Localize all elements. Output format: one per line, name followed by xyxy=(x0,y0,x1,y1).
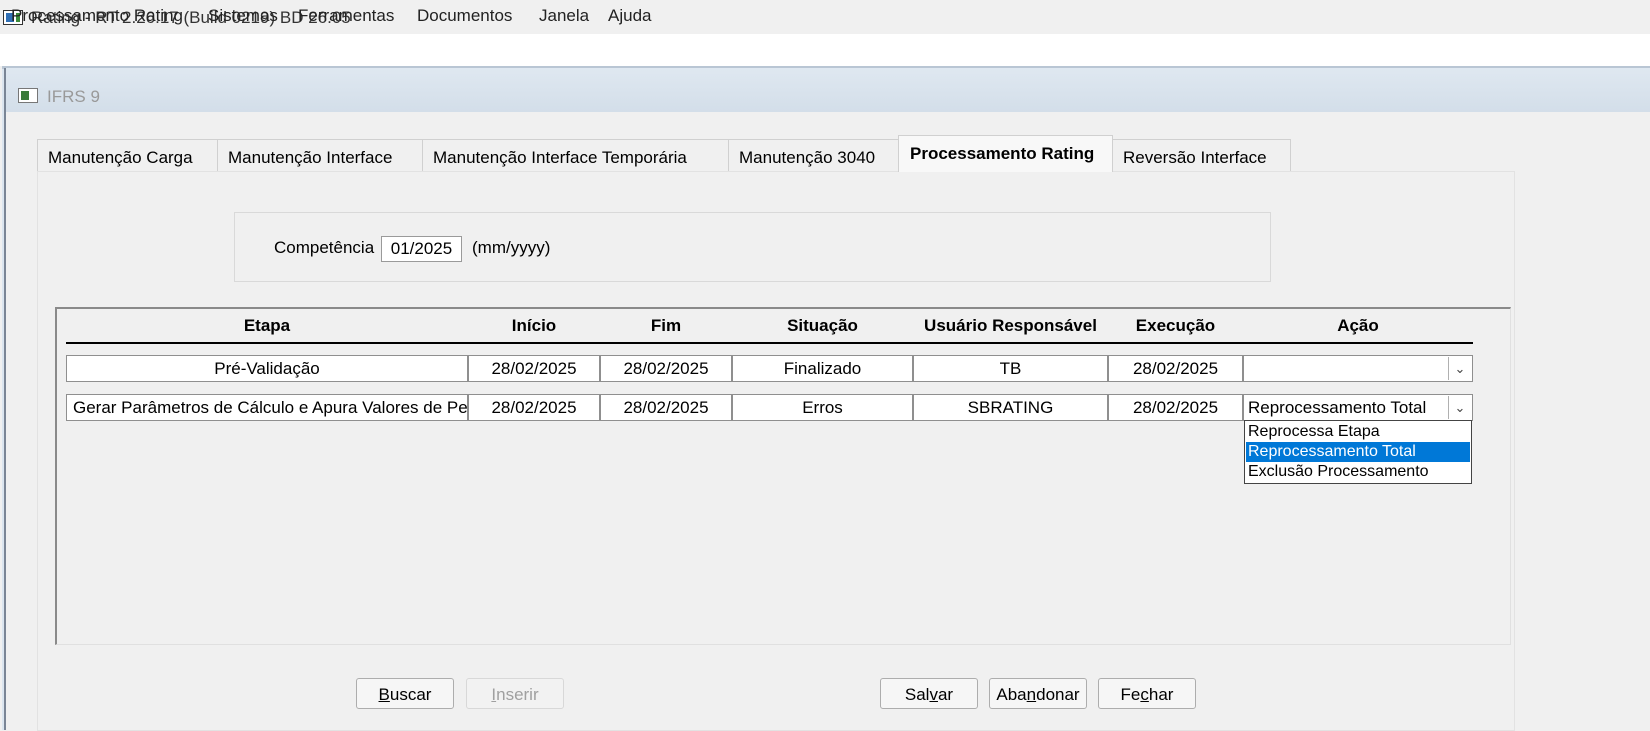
chevron-down-icon[interactable]: ⌄ xyxy=(1448,396,1471,419)
tab-manutencao-3040[interactable]: Manutenção 3040 xyxy=(728,139,899,171)
option-reprocessamento-total[interactable]: Reprocessamento Total xyxy=(1246,442,1470,462)
cell-fim[interactable]: 28/02/2025 xyxy=(600,355,732,382)
competencia-input[interactable]: 01/2025 xyxy=(381,236,462,262)
acao-select[interactable]: Reprocessamento Total ⌄ xyxy=(1243,394,1473,421)
column-header-fim: Fim xyxy=(650,316,682,335)
column-header-execucao: Execução xyxy=(1135,316,1216,335)
fechar-button[interactable]: Fechar xyxy=(1098,678,1196,709)
header-divider xyxy=(66,342,1473,344)
cell-etapa[interactable]: Pré-Validação xyxy=(66,355,468,382)
inserir-button[interactable]: Inserir xyxy=(466,678,564,709)
child-window-icon[interactable] xyxy=(18,88,38,103)
cell-situacao[interactable]: Erros xyxy=(732,394,913,421)
option-exclusao-processamento[interactable]: Exclusão Processamento xyxy=(1246,462,1470,482)
cell-fim[interactable]: 28/02/2025 xyxy=(600,394,732,421)
tab-manutencao-carga[interactable]: Manutenção Carga xyxy=(37,139,218,171)
cell-usuario[interactable]: TB xyxy=(913,355,1108,382)
tab-manutencao-interface-temporaria[interactable]: Manutenção Interface Temporária xyxy=(422,139,729,171)
column-header-usuario-responsavel: Usuário Responsável xyxy=(924,316,1097,335)
cell-execucao[interactable]: 28/02/2025 xyxy=(1108,355,1243,382)
child-window-title: IFRS 9 xyxy=(47,87,100,106)
column-header-situacao: Situação xyxy=(787,316,858,335)
menu-documentos[interactable]: Documentos xyxy=(417,6,512,26)
buscar-button[interactable]: Buscar xyxy=(356,678,454,709)
menu-janela[interactable]: Janela xyxy=(539,6,589,26)
child-window-title-bar[interactable] xyxy=(6,68,1650,112)
cell-usuario[interactable]: SBRATING xyxy=(913,394,1108,421)
cell-execucao[interactable]: 28/02/2025 xyxy=(1108,394,1243,421)
cell-etapa[interactable]: Gerar Parâmetros de Cálculo e Apura Valo… xyxy=(66,394,468,421)
option-reprocessa-etapa[interactable]: Reprocessa Etapa xyxy=(1246,422,1470,442)
menu-processamento-rating[interactable]: Processamento Rating xyxy=(11,6,183,26)
competencia-label: Competência xyxy=(274,238,375,257)
menu-bar xyxy=(0,34,1650,66)
tab-processamento-rating[interactable]: Processamento Rating xyxy=(898,135,1113,172)
acao-select-value: Reprocessamento Total xyxy=(1248,398,1427,417)
acao-select[interactable]: ⌄ xyxy=(1243,355,1473,382)
menu-ferramentas[interactable]: Ferramentas xyxy=(298,6,394,26)
column-header-acao: Ação xyxy=(1337,316,1379,335)
cell-inicio[interactable]: 28/02/2025 xyxy=(468,355,600,382)
acao-dropdown-list: Reprocessa Etapa Reprocessamento Total E… xyxy=(1244,420,1472,484)
cell-situacao[interactable]: Finalizado xyxy=(732,355,913,382)
column-header-inicio: Início xyxy=(511,316,557,335)
menu-sistemas[interactable]: Sistemas xyxy=(208,6,278,26)
cell-inicio[interactable]: 28/02/2025 xyxy=(468,394,600,421)
column-header-etapa: Etapa xyxy=(243,316,291,335)
chevron-down-icon[interactable]: ⌄ xyxy=(1448,357,1471,380)
salvar-button[interactable]: Salvar xyxy=(880,678,978,709)
tab-reversao-interface[interactable]: Reversão Interface xyxy=(1112,139,1291,171)
menu-ajuda[interactable]: Ajuda xyxy=(608,6,651,26)
competencia-format-hint: (mm/yyyy) xyxy=(472,238,551,257)
tab-manutencao-interface[interactable]: Manutenção Interface xyxy=(217,139,423,171)
abandonar-button[interactable]: Abandonar xyxy=(989,678,1087,709)
